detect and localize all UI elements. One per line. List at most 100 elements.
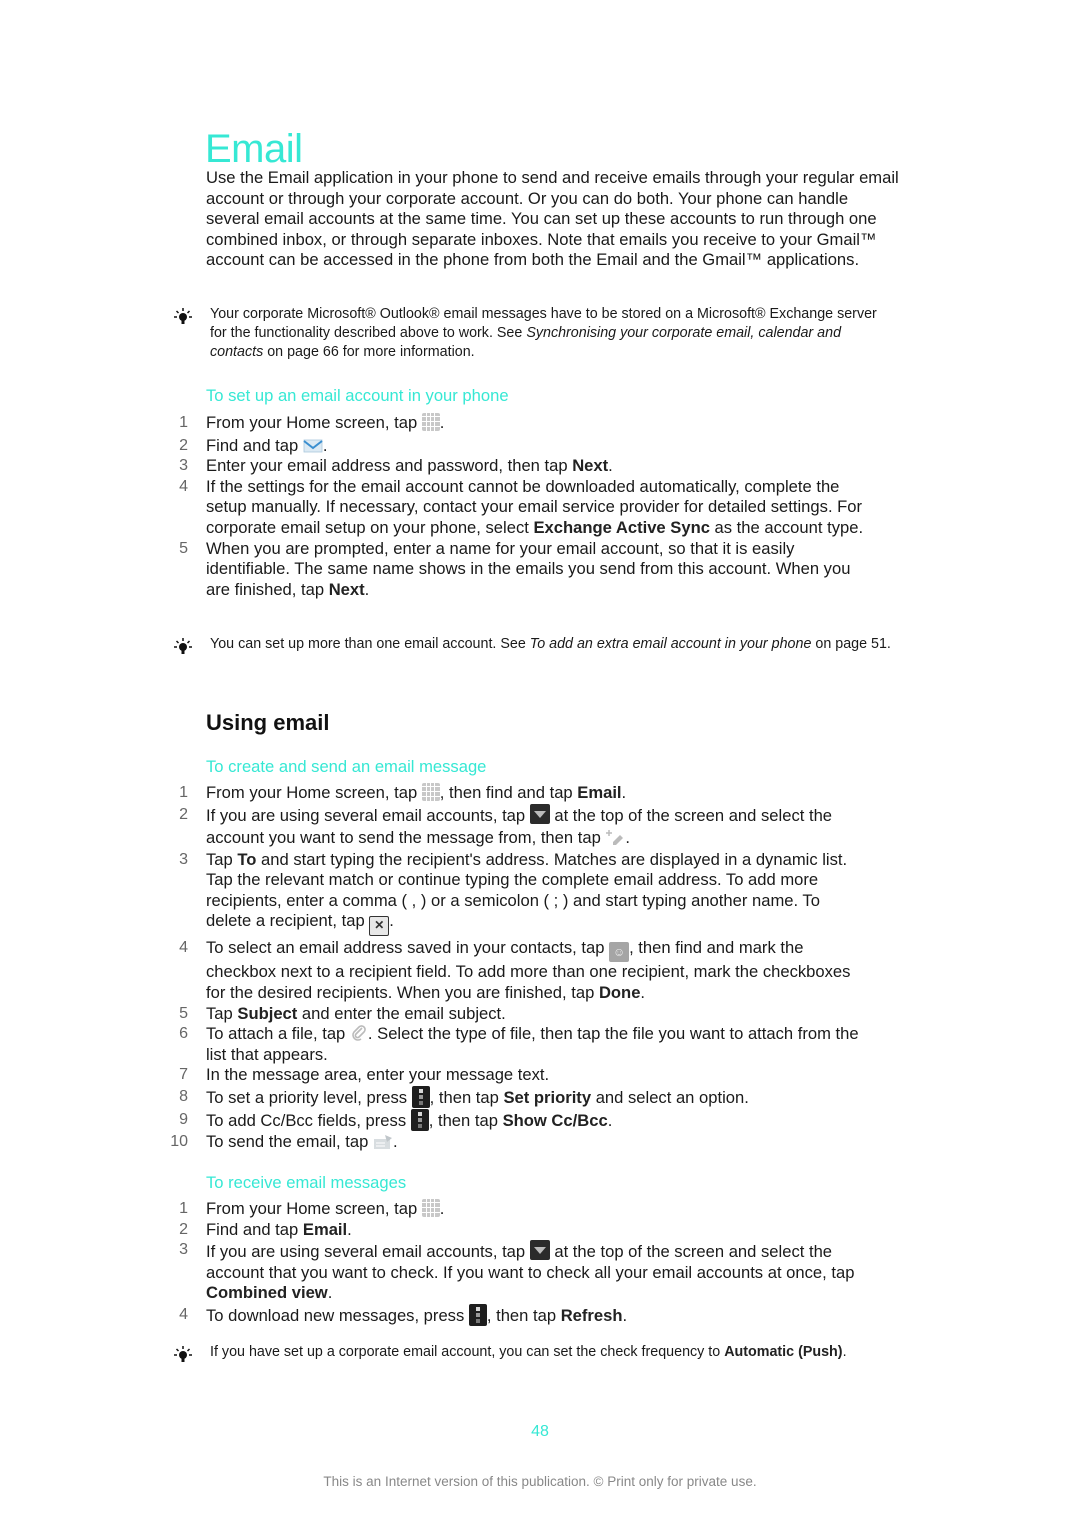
tip-text: on page 51. bbox=[811, 636, 891, 652]
dropdown-arrow-icon bbox=[529, 1240, 550, 1261]
step-number: 1 bbox=[179, 414, 188, 431]
step-text: , then find and tap bbox=[439, 783, 578, 802]
step-text: To download new messages, press bbox=[206, 1305, 469, 1325]
menu-key-icon bbox=[411, 1085, 430, 1108]
step-number: 9 bbox=[179, 1110, 188, 1128]
step-number: 4 bbox=[179, 939, 188, 957]
list-item: 7 In the message area, enter your messag… bbox=[168, 1065, 868, 1086]
list-item: 3 Enter your email address and password,… bbox=[168, 456, 868, 477]
ui-label-subject: Subject bbox=[237, 1003, 298, 1023]
step-text: . bbox=[322, 435, 328, 455]
list-item: 8 To set a priority level, press , then … bbox=[168, 1085, 868, 1109]
tip-corporate-outlook: Your corporate Microsoft® Outlook® email… bbox=[172, 305, 892, 361]
step-text: . bbox=[625, 828, 631, 848]
tip-automatic-push: If you have set up a corporate email acc… bbox=[172, 1343, 892, 1362]
list-item: 3 Tap To and start typing the recipient'… bbox=[168, 850, 868, 937]
ui-label-refresh: Refresh bbox=[560, 1305, 623, 1325]
step-text: . bbox=[621, 783, 627, 802]
step-text: , then tap bbox=[429, 1087, 504, 1107]
list-item: 6 To attach a file, tap . Select the typ… bbox=[168, 1024, 868, 1065]
send-icon bbox=[373, 1134, 392, 1149]
application-grid-icon bbox=[421, 413, 440, 431]
step-text: If you are using several email accounts,… bbox=[206, 1242, 530, 1262]
footer-copyright-note: This is an Internet version of this publ… bbox=[323, 1474, 757, 1489]
lightbulb-icon bbox=[174, 1346, 192, 1362]
list-item: 4 If the settings for the email account … bbox=[168, 477, 868, 539]
ui-label-next: Next bbox=[572, 456, 609, 476]
compose-icon bbox=[606, 830, 624, 846]
tip-text: on page 66 for more information. bbox=[263, 343, 475, 360]
step-text: To send the email, tap bbox=[206, 1131, 373, 1151]
step-text: Find and tap bbox=[206, 1219, 303, 1239]
step-text: . bbox=[439, 1199, 445, 1218]
lightbulb-icon bbox=[174, 308, 192, 324]
ui-label-show-cc-bcc: Show Cc/Bcc bbox=[502, 1110, 608, 1130]
step-number: 5 bbox=[179, 539, 188, 557]
list-item: 3 If you are using several email account… bbox=[168, 1240, 868, 1304]
add-contact-icon: ☺ bbox=[609, 942, 630, 963]
email-envelope-icon bbox=[303, 439, 323, 452]
step-text: . bbox=[327, 1283, 333, 1303]
receive-messages-heading: To receive email messages bbox=[206, 1173, 407, 1192]
step-number: 8 bbox=[179, 1087, 188, 1105]
step-text: Find and tap bbox=[206, 435, 303, 455]
ui-label-automatic-push: Automatic (Push) bbox=[724, 1344, 843, 1360]
list-item: 1 From your Home screen, tap , then find… bbox=[168, 783, 868, 804]
step-number: 3 bbox=[179, 1241, 188, 1259]
receive-steps-list: 1 From your Home screen, tap . 2 Find an… bbox=[168, 1199, 868, 1327]
step-text: . bbox=[347, 1219, 352, 1239]
ui-label-exchange-active-sync: Exchange Active Sync bbox=[533, 517, 710, 537]
step-number: 3 bbox=[179, 457, 188, 475]
step-text: . bbox=[364, 579, 370, 599]
list-item: 5 Tap Subject and enter the email subjec… bbox=[168, 1004, 868, 1025]
step-text: To attach a file, tap bbox=[206, 1024, 350, 1044]
list-item: 10 To send the email, tap . bbox=[168, 1132, 868, 1153]
step-number: 2 bbox=[179, 805, 188, 823]
ui-label-done: Done bbox=[598, 982, 641, 1002]
step-text: and start typing the recipient's address… bbox=[206, 849, 848, 931]
ui-label-combined-view: Combined view bbox=[206, 1283, 328, 1303]
step-text: as the account type. bbox=[709, 517, 864, 537]
step-number: 2 bbox=[179, 436, 188, 454]
menu-key-icon bbox=[468, 1303, 487, 1326]
step-number: 1 bbox=[179, 1200, 188, 1217]
step-text: To add Cc/Bcc fields, press bbox=[206, 1110, 411, 1130]
step-text: Enter your email address and password, t… bbox=[206, 456, 573, 476]
step-number: 6 bbox=[179, 1025, 188, 1043]
dropdown-arrow-icon bbox=[529, 803, 550, 824]
step-text: If you are using several email accounts,… bbox=[206, 805, 530, 825]
application-grid-icon bbox=[421, 1199, 440, 1217]
list-item: 4 To select an email address saved in yo… bbox=[168, 938, 868, 1003]
step-text: From your Home screen, tap bbox=[206, 783, 422, 802]
tip-text: If you have set up a corporate email acc… bbox=[210, 1344, 725, 1360]
application-grid-icon bbox=[421, 783, 440, 801]
list-item: 4 To download new messages, press , then… bbox=[168, 1303, 868, 1327]
step-number: 4 bbox=[179, 477, 188, 495]
step-text: , then tap bbox=[486, 1305, 561, 1325]
step-text: , then tap bbox=[428, 1110, 503, 1130]
list-item: 9 To add Cc/Bcc fields, press , then tap… bbox=[168, 1108, 868, 1132]
list-item: 2 Find and tap Email. bbox=[168, 1220, 868, 1241]
page-number: 48 bbox=[531, 1423, 549, 1440]
tip-reference-link[interactable]: To add an extra email account in your ph… bbox=[530, 636, 812, 652]
page-title: Email bbox=[205, 126, 303, 171]
list-item: 1 From your Home screen, tap . bbox=[168, 1199, 868, 1220]
step-text: . bbox=[640, 982, 646, 1002]
list-item: 5 When you are prompted, enter a name fo… bbox=[168, 539, 868, 601]
step-text: . bbox=[439, 413, 445, 432]
step-text: From your Home screen, tap bbox=[206, 1199, 422, 1218]
list-item: 1 From your Home screen, tap . bbox=[168, 413, 868, 434]
ui-label-email: Email bbox=[577, 783, 622, 802]
step-text: In the message area, enter your message … bbox=[206, 1065, 550, 1085]
step-number: 4 bbox=[179, 1305, 188, 1323]
step-text: To set a priority level, press bbox=[206, 1087, 412, 1107]
step-number: 10 bbox=[170, 1132, 188, 1150]
menu-key-icon bbox=[410, 1108, 429, 1131]
step-text: . bbox=[622, 1305, 628, 1325]
section-heading-using-email: Using email bbox=[206, 710, 330, 735]
ui-label-set-priority: Set priority bbox=[503, 1087, 592, 1107]
paperclip-icon bbox=[352, 1025, 366, 1041]
step-text: From your Home screen, tap bbox=[206, 413, 422, 432]
step-text: . bbox=[389, 911, 394, 931]
create-message-heading: To create and send an email message bbox=[206, 757, 487, 776]
